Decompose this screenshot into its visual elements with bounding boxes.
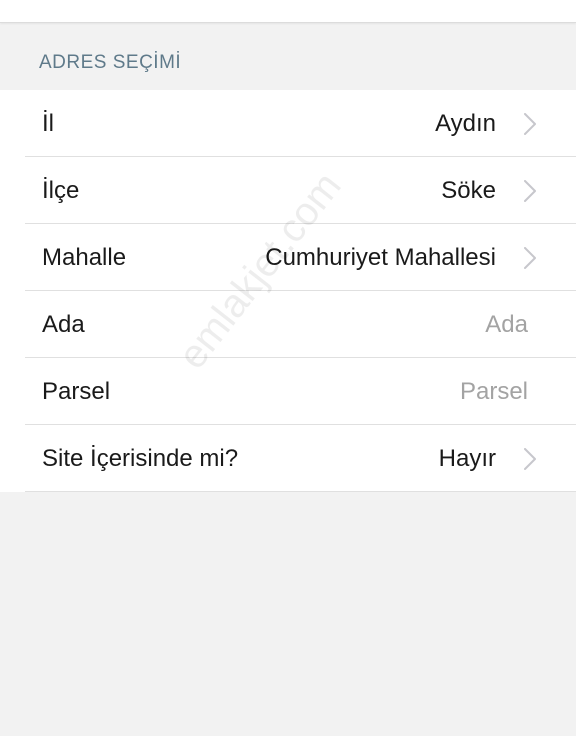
row-ada-label: Ada — [42, 311, 85, 338]
parsel-input[interactable]: Parsel — [460, 358, 528, 425]
row-ilce-value: Söke — [441, 177, 496, 204]
row-site-value: Hayır — [438, 445, 496, 472]
row-site-label: Site İçerisinde mi? — [42, 445, 239, 472]
chevron-right-icon — [524, 247, 536, 269]
chevron-right-icon — [524, 448, 536, 470]
section-header-address: ADRES SEÇİMİ — [39, 52, 182, 73]
row-parsel[interactable]: Parsel Parsel — [0, 358, 576, 425]
row-il-value: Aydın — [435, 110, 496, 137]
row-separator — [25, 491, 576, 492]
row-ilce-label: İlçe — [42, 177, 80, 204]
chevron-right-icon — [524, 180, 536, 202]
row-mahalle[interactable]: Mahalle Cumhuriyet Mahallesi — [0, 224, 576, 291]
ada-input[interactable]: Ada — [485, 291, 528, 358]
row-ilce[interactable]: İlçe Söke — [0, 157, 576, 224]
row-il-label: İl — [42, 110, 54, 137]
row-mahalle-value: Cumhuriyet Mahallesi — [265, 244, 496, 271]
chevron-right-icon — [524, 113, 536, 135]
row-site[interactable]: Site İçerisinde mi? Hayır — [0, 425, 576, 492]
address-list: İl Aydın İlçe Söke Mahalle Cumhuriyet Ma… — [0, 90, 576, 492]
row-mahalle-label: Mahalle — [42, 244, 127, 271]
row-parsel-label: Parsel — [42, 378, 111, 405]
row-ada[interactable]: Ada Ada — [0, 291, 576, 358]
row-il[interactable]: İl Aydın — [0, 90, 576, 157]
top-bar — [0, 0, 576, 23]
